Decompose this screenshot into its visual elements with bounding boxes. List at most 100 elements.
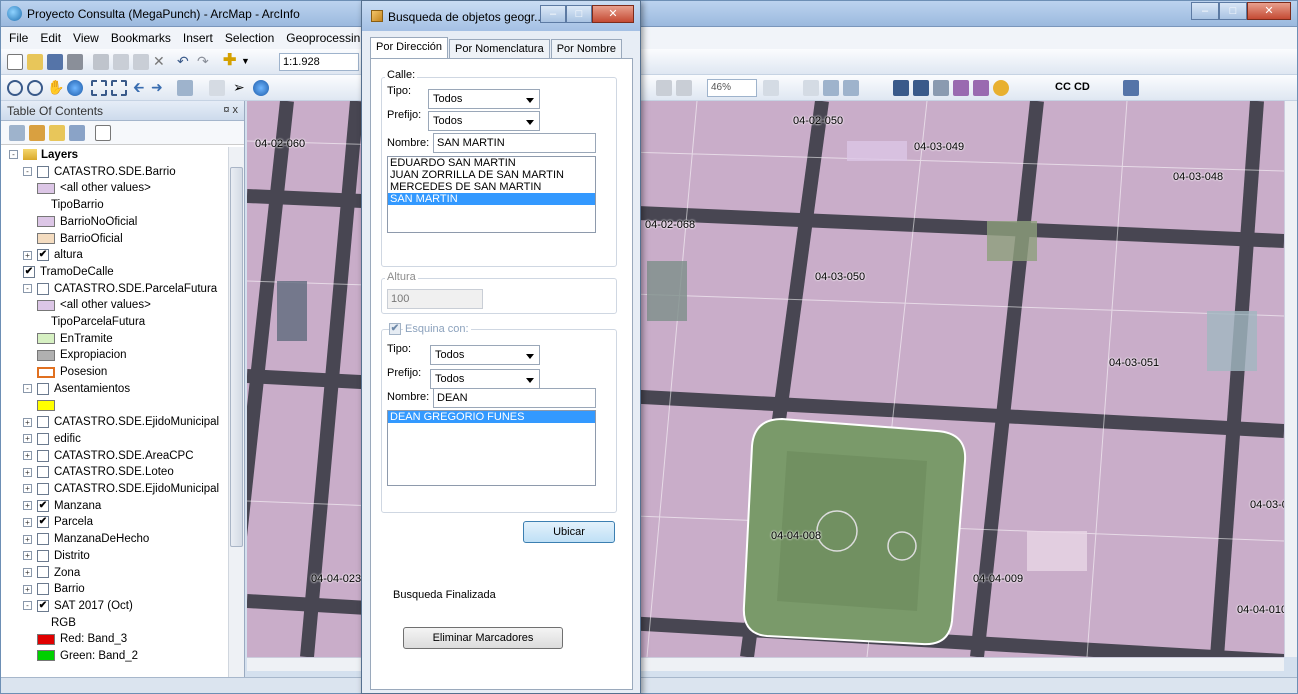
layer-visibility-checkbox[interactable] <box>37 282 49 295</box>
list-item[interactable]: DEAN GREGORIO FUNES <box>388 411 595 423</box>
menu-selection[interactable]: Selection <box>225 31 274 45</box>
map-scale-input[interactable]: 1:1.928 <box>279 53 359 71</box>
layer-visibility-checkbox[interactable]: ✔ <box>37 499 49 512</box>
select-features-icon[interactable] <box>177 80 193 96</box>
menu-geoprocessin[interactable]: Geoprocessin <box>286 31 360 45</box>
toc-row[interactable]: + ✔ altura <box>23 247 83 264</box>
menu-bookmarks[interactable]: Bookmarks <box>111 31 171 45</box>
toc-pin-close-icon[interactable]: ¤ x <box>223 104 238 116</box>
esquina-nombre-input[interactable]: DEAN <box>433 388 596 408</box>
toc-row[interactable]: <all other values> <box>37 180 151 197</box>
calle-nombre-input[interactable]: SAN MARTIN <box>433 133 596 153</box>
layer-visibility-checkbox[interactable]: ✔ <box>23 265 35 278</box>
list-item[interactable]: MERCEDES DE SAN MARTIN <box>388 181 595 193</box>
calle-results-list[interactable]: EDUARDO SAN MARTIN JUAN ZORRILLA DE SAN M… <box>387 156 596 233</box>
redo-icon[interactable]: ↷ <box>197 54 213 70</box>
layer-visibility-checkbox[interactable] <box>37 583 49 596</box>
collapse-icon[interactable]: - <box>23 384 32 394</box>
layer-visibility-checkbox[interactable] <box>37 165 49 178</box>
open-folder-icon[interactable] <box>27 54 43 70</box>
custom-tool-icon[interactable] <box>993 80 1009 96</box>
clear-selection-icon[interactable] <box>209 80 225 96</box>
toc-row[interactable]: - CATASTRO.SDE.ParcelaFutura <box>23 281 217 298</box>
custom-tool-icon[interactable] <box>973 80 989 96</box>
toc-row[interactable]: RGB <box>51 615 76 632</box>
calle-tipo-select[interactable]: Todos <box>428 89 540 109</box>
expand-icon[interactable]: + <box>23 551 32 561</box>
pan-hand-icon[interactable]: ✋ <box>47 80 64 96</box>
full-extent-icon[interactable] <box>67 80 83 96</box>
layer-visibility-checkbox[interactable] <box>37 533 49 546</box>
layout-tool-icon[interactable] <box>803 80 819 96</box>
toc-row[interactable]: Red: Band_3 <box>37 631 127 648</box>
layer-visibility-checkbox[interactable] <box>37 432 49 445</box>
toc-row[interactable]: + Zona <box>23 565 80 582</box>
toc-row[interactable]: + Distrito <box>23 548 90 565</box>
toc-row[interactable]: + CATASTRO.SDE.Loteo <box>23 464 174 481</box>
title-bar[interactable]: Proyecto Consulta (MegaPunch) - ArcMap -… <box>1 1 1297 27</box>
layout-tool-icon[interactable] <box>763 80 779 96</box>
expand-icon[interactable]: + <box>23 417 32 427</box>
table-icon[interactable] <box>893 80 909 96</box>
layer-visibility-checkbox[interactable] <box>37 466 49 479</box>
tab-por-nombre[interactable]: Por Nombre <box>550 39 622 58</box>
dialog-minimize-button[interactable]: – <box>540 5 566 23</box>
maximize-button[interactable]: □ <box>1219 2 1247 20</box>
toc-row[interactable]: + CATASTRO.SDE.AreaCPC <box>23 448 194 465</box>
list-by-drawing-order-icon[interactable] <box>9 125 25 141</box>
expand-icon[interactable]: + <box>23 584 32 594</box>
expand-icon[interactable]: + <box>23 467 32 477</box>
toc-row[interactable]: + ✔ Parcela <box>23 514 93 531</box>
collapse-icon[interactable]: - <box>9 150 18 160</box>
toc-row[interactable]: <all other values> <box>37 297 151 314</box>
table-icon[interactable] <box>913 80 929 96</box>
toc-row[interactable]: - Layers <box>9 147 78 164</box>
close-button[interactable]: ✕ <box>1247 2 1291 20</box>
list-by-selection-icon[interactable] <box>69 125 85 141</box>
fixed-zoom-out-icon[interactable] <box>111 80 127 96</box>
layer-visibility-checkbox[interactable] <box>37 566 49 579</box>
custom-tool-icon[interactable] <box>953 80 969 96</box>
expand-icon[interactable]: + <box>23 517 32 527</box>
layer-visibility-checkbox[interactable] <box>37 382 49 395</box>
expand-icon[interactable]: + <box>23 501 32 511</box>
layer-visibility-checkbox[interactable] <box>37 549 49 562</box>
esquina-tipo-select[interactable]: Todos <box>430 345 540 365</box>
toc-row[interactable]: TipoParcelaFutura <box>51 314 145 331</box>
toc-scrollbar[interactable] <box>228 147 244 677</box>
dialog-close-button[interactable]: ✕ <box>592 5 634 23</box>
custom-tool-icon[interactable] <box>1123 80 1139 96</box>
cd-button[interactable]: CD <box>1074 81 1090 93</box>
toc-row[interactable]: Expropiacion <box>37 347 126 364</box>
dialog-maximize-button[interactable]: □ <box>566 5 592 23</box>
identify-icon[interactable] <box>253 80 269 96</box>
expand-icon[interactable]: + <box>23 534 32 544</box>
menu-view[interactable]: View <box>73 31 99 45</box>
collapse-icon[interactable]: - <box>23 167 32 177</box>
toc-row[interactable]: + CATASTRO.SDE.EjidoMunicipal <box>23 414 219 431</box>
fixed-zoom-in-icon[interactable] <box>91 80 107 96</box>
select-elements-icon[interactable]: ➢ <box>233 80 249 96</box>
menu-insert[interactable]: Insert <box>183 31 213 45</box>
menu-edit[interactable]: Edit <box>40 31 61 45</box>
expand-icon[interactable]: + <box>23 451 32 461</box>
layer-visibility-checkbox[interactable]: ✔ <box>37 249 49 262</box>
zoom-in-icon[interactable] <box>7 80 23 96</box>
list-item[interactable]: EDUARDO SAN MARTIN <box>388 157 595 169</box>
esquina-results-list[interactable]: DEAN GREGORIO FUNES <box>387 410 596 486</box>
cc-button[interactable]: CC <box>1055 81 1071 93</box>
altura-input[interactable]: 100 <box>387 289 483 309</box>
tab-por-nomenclatura[interactable]: Por Nomenclatura <box>449 39 550 58</box>
list-item[interactable]: JUAN ZORRILLA DE SAN MARTIN <box>388 169 595 181</box>
toc-row[interactable]: ✔ TramoDeCalle <box>23 264 114 281</box>
layer-visibility-checkbox[interactable] <box>37 482 49 495</box>
zoom-out-icon[interactable] <box>27 80 43 96</box>
map-vertical-scrollbar[interactable] <box>1284 101 1297 657</box>
custom-tool-icon[interactable] <box>933 80 949 96</box>
esquina-checkbox[interactable]: ✔ <box>389 323 401 335</box>
ubicar-button[interactable]: Ubicar <box>523 521 615 543</box>
toc-row[interactable]: + Barrio <box>23 581 85 598</box>
add-data-icon[interactable]: ✚ <box>223 53 239 70</box>
toc-row[interactable] <box>37 398 60 415</box>
minimize-button[interactable]: – <box>1191 2 1219 20</box>
